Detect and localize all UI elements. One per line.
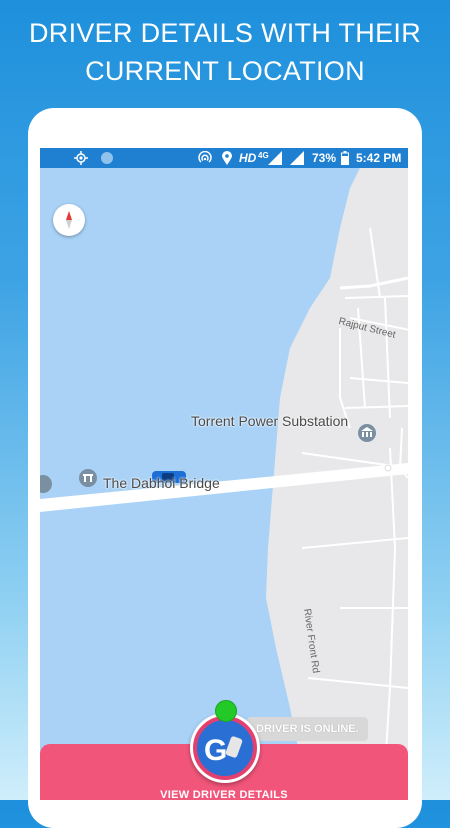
- hotspot-icon: [198, 150, 212, 168]
- compass-icon: [66, 211, 72, 229]
- battery-percent: 73%: [312, 151, 337, 165]
- status-bar: HD 4G 73% 5:42 PM: [40, 148, 408, 168]
- location-icon: [221, 151, 233, 168]
- compass-button[interactable]: [53, 204, 85, 236]
- app-screen: HD 4G 73% 5:42 PM The Dabhoi Bridge Torr…: [40, 148, 408, 800]
- poi-icon-bridge[interactable]: [79, 469, 97, 487]
- poi-icon-substation[interactable]: [358, 424, 376, 442]
- sync-icon: [100, 151, 114, 168]
- app-logo: G: [190, 713, 260, 783]
- signal-icon-2: [290, 151, 304, 168]
- app-logo-icon: G: [193, 716, 257, 780]
- svg-text:G: G: [204, 734, 227, 767]
- battery-icon: [341, 151, 349, 168]
- clock: 5:42 PM: [356, 151, 402, 165]
- online-indicator: [215, 700, 237, 722]
- network-label: HD: [239, 151, 257, 165]
- signal-icon: [268, 151, 282, 168]
- promo-title: DRIVER DETAILS WITH THEIR CURRENT LOCATI…: [0, 14, 450, 90]
- promo-title-line2: CURRENT LOCATION: [85, 56, 365, 86]
- driver-status-badge: DRIVER IS ONLINE.: [247, 717, 368, 741]
- bridge-label: The Dabhoi Bridge: [103, 475, 220, 491]
- promo-title-line1: DRIVER DETAILS WITH THEIR: [28, 18, 422, 48]
- view-driver-details-label: VIEW DRIVER DETAILS: [160, 789, 288, 800]
- substation-label: Torrent Power Substation: [191, 413, 349, 429]
- gps-icon: [74, 151, 88, 168]
